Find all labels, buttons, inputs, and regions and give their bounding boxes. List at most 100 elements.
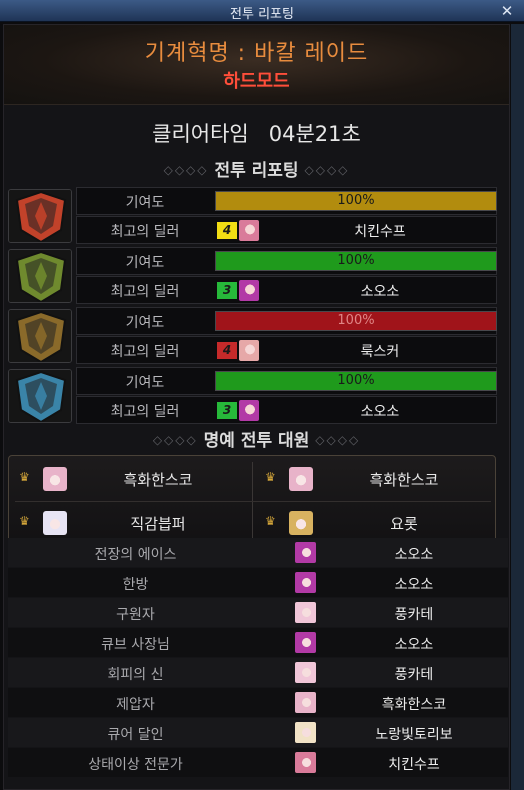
raid-header: 기계혁명 : 바칼 레이드 하드모드 bbox=[4, 25, 509, 105]
award-player-name[interactable]: 소오소 bbox=[324, 634, 504, 654]
contribution-label: 기여도 bbox=[125, 315, 165, 331]
ornament-left: ◇◇◇◇ bbox=[163, 163, 209, 177]
report-title-text: 전투 리포팅 bbox=[214, 161, 299, 181]
award-title: 상태이상 전문가 bbox=[88, 757, 183, 773]
award-row: 전장의 에이스 소오소 bbox=[8, 538, 508, 567]
honor-member[interactable]: ♛ 흑화한스코 bbox=[9, 460, 249, 498]
contribution-percent: 100% bbox=[337, 313, 375, 328]
award-player-name[interactable]: 흑화한스코 bbox=[324, 694, 504, 714]
close-icon[interactable]: ✕ bbox=[498, 2, 516, 20]
character-face-icon bbox=[295, 692, 316, 713]
contribution-percent: 100% bbox=[337, 253, 375, 268]
honor-member-name: 직감븝퍼 bbox=[130, 515, 186, 533]
contribution-bar: 100% bbox=[215, 251, 497, 271]
earth-emblem-icon bbox=[8, 249, 72, 303]
award-title: 회피의 신 bbox=[107, 667, 164, 683]
divider bbox=[15, 501, 491, 502]
best-dealer-name[interactable]: 룩스커 bbox=[265, 341, 495, 361]
contribution-label: 기여도 bbox=[125, 375, 165, 391]
character-face-icon bbox=[295, 662, 316, 683]
metal-emblem-icon bbox=[8, 309, 72, 363]
best-dealer-label: 최고의 딜러 bbox=[110, 224, 180, 240]
ornament-right: ◇◇◇◇ bbox=[315, 433, 361, 447]
award-row: 큐어 달인 노랑빛토리보 bbox=[8, 718, 508, 747]
award-row: 회피의 신 풍카테 bbox=[8, 658, 508, 687]
crown-icon: ♛ bbox=[265, 514, 276, 528]
character-face-icon bbox=[239, 340, 259, 361]
character-face-icon bbox=[239, 400, 259, 421]
character-face-icon bbox=[289, 467, 313, 491]
ornament-right: ◇◇◇◇ bbox=[304, 163, 350, 177]
honor-members-box: ♛ 흑화한스코 ♛ 흑화한스코 ♛ 직감븝퍼 ♛ 요롯 bbox=[8, 455, 496, 547]
difficulty-mode: 하드모드 bbox=[223, 71, 290, 92]
crown-icon: ♛ bbox=[265, 470, 276, 484]
divider bbox=[252, 462, 253, 542]
report-section-title: ◇◇◇◇ 전투 리포팅 ◇◇◇◇ bbox=[4, 156, 509, 181]
character-face-icon bbox=[295, 752, 316, 773]
background-window-strip bbox=[511, 24, 524, 790]
award-player-name[interactable]: 소오소 bbox=[324, 544, 504, 564]
contribution-row: 기여도 100% bbox=[76, 307, 497, 335]
contribution-row: 기여도 100% bbox=[76, 247, 497, 275]
team-row: 기여도 100% 최고의 딜러 3 소오소 bbox=[6, 367, 498, 425]
rank-badge: 4 bbox=[217, 342, 237, 359]
award-title: 전장의 에이스 bbox=[94, 547, 177, 563]
contribution-percent: 100% bbox=[337, 373, 375, 388]
contribution-row: 기여도 100% bbox=[76, 187, 497, 215]
honor-member[interactable]: ♛ 흑화한스코 bbox=[255, 460, 495, 498]
honor-title-text: 명예 전투 대원 bbox=[203, 431, 310, 451]
character-face-icon bbox=[239, 280, 259, 301]
award-player-name[interactable]: 소오소 bbox=[324, 574, 504, 594]
award-player-name[interactable]: 치킨수프 bbox=[324, 754, 504, 774]
best-dealer-name[interactable]: 치킨수프 bbox=[265, 221, 495, 241]
ornament-left: ◇◇◇◇ bbox=[152, 433, 198, 447]
character-face-icon bbox=[295, 542, 316, 563]
best-dealer-name[interactable]: 소오소 bbox=[265, 401, 495, 421]
ice-emblem-icon bbox=[8, 369, 72, 423]
best-dealer-label: 최고의 딜러 bbox=[110, 344, 180, 360]
team-row: 기여도 100% 최고의 딜러 4 룩스커 bbox=[6, 307, 498, 365]
honor-member[interactable]: ♛ 요롯 bbox=[255, 504, 495, 542]
award-row: 큐브 사장님 소오소 bbox=[8, 628, 508, 657]
award-player-name[interactable]: 풍카테 bbox=[324, 664, 504, 684]
clear-time-label: 클리어타임 bbox=[152, 122, 249, 146]
character-face-icon bbox=[295, 632, 316, 653]
award-title: 큐브 사장님 bbox=[101, 637, 170, 653]
window-title: 전투 리포팅 bbox=[230, 7, 294, 22]
contribution-label: 기여도 bbox=[125, 195, 165, 211]
team-row: 기여도 100% 최고의 딜러 3 소오소 bbox=[6, 247, 498, 305]
award-row: 구원자 풍카테 bbox=[8, 598, 508, 627]
best-dealer-row: 최고의 딜러 3 소오소 bbox=[76, 276, 497, 304]
contribution-row: 기여도 100% bbox=[76, 367, 497, 395]
character-face-icon bbox=[295, 572, 316, 593]
award-title: 큐어 달인 bbox=[107, 727, 164, 743]
contribution-bar: 100% bbox=[215, 371, 497, 391]
fire-emblem-icon bbox=[8, 189, 72, 243]
battle-report-panel: 기계혁명 : 바칼 레이드 하드모드 클리어타임 04분21초 ◇◇◇◇ 전투 … bbox=[3, 24, 510, 790]
award-row: 한방 소오소 bbox=[8, 568, 508, 597]
best-dealer-row: 최고의 딜러 3 소오소 bbox=[76, 396, 497, 424]
rank-badge: 3 bbox=[217, 402, 237, 419]
team-row: 기여도 100% 최고의 딜러 4 치킨수프 bbox=[6, 187, 498, 245]
character-face-icon bbox=[295, 602, 316, 623]
best-dealer-name[interactable]: 소오소 bbox=[265, 281, 495, 301]
best-dealer-label: 최고의 딜러 bbox=[110, 404, 180, 420]
contribution-percent: 100% bbox=[337, 193, 375, 208]
award-player-name[interactable]: 풍카테 bbox=[324, 604, 504, 624]
character-face-icon bbox=[43, 511, 67, 535]
honor-member-name: 흑화한스코 bbox=[369, 471, 439, 489]
award-player-name[interactable]: 노랑빛토리보 bbox=[324, 724, 504, 744]
honor-member-name: 요롯 bbox=[390, 515, 418, 533]
rank-badge: 4 bbox=[217, 222, 237, 239]
best-dealer-row: 최고의 딜러 4 룩스커 bbox=[76, 336, 497, 364]
clear-time-value: 04분21초 bbox=[268, 122, 361, 146]
contribution-bar: 100% bbox=[215, 191, 497, 211]
honor-member-name: 흑화한스코 bbox=[123, 471, 193, 489]
title-bar: 전투 리포팅 ✕ bbox=[0, 0, 524, 22]
character-face-icon bbox=[239, 220, 259, 241]
best-dealer-row: 최고의 딜러 4 치킨수프 bbox=[76, 216, 497, 244]
rank-badge: 3 bbox=[217, 282, 237, 299]
contribution-label: 기여도 bbox=[125, 255, 165, 271]
honor-member[interactable]: ♛ 직감븝퍼 bbox=[9, 504, 249, 542]
raid-name: 기계혁명 : 바칼 레이드 bbox=[144, 41, 369, 66]
